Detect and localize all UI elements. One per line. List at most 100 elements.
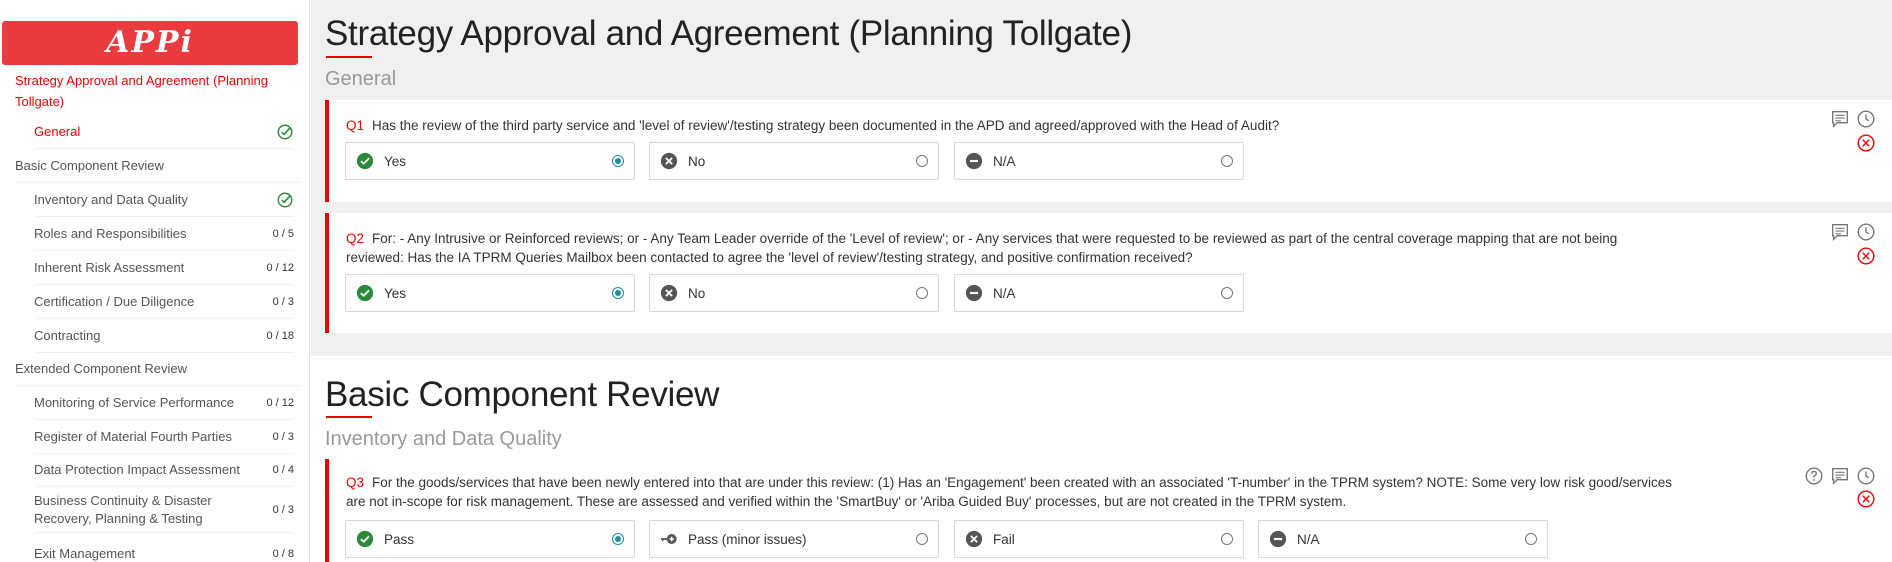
option-na[interactable]: N/A — [954, 274, 1244, 312]
title-underline — [326, 56, 372, 58]
x-circle-icon — [965, 530, 983, 548]
option-yes[interactable]: Yes — [345, 142, 635, 180]
option-label: Yes — [384, 153, 407, 169]
sidebar-item-label: General — [34, 123, 81, 139]
question-body: For: - Any Intrusive or Reinforced revie… — [346, 231, 1618, 265]
check-circle-icon — [356, 152, 374, 170]
comment-icon[interactable] — [1829, 221, 1851, 243]
sidebar-item-extended-component-review[interactable]: Extended Component Review — [15, 352, 300, 386]
history-clock-icon[interactable] — [1855, 221, 1877, 243]
question-card: Q3 For the goods/services that have been … — [325, 459, 1892, 562]
radio-button[interactable] — [612, 533, 624, 545]
sidebar-item-label: Basic Component Review — [15, 157, 164, 173]
progress-count: 0 / 3 — [272, 503, 294, 516]
comment-icon[interactable] — [1829, 108, 1851, 130]
option-label: No — [688, 285, 706, 301]
option-label: Pass (minor issues) — [688, 531, 807, 547]
option-pass-minor-issues[interactable]: Pass (minor issues) — [649, 520, 939, 558]
radio-button[interactable] — [916, 155, 928, 167]
title-underline — [326, 416, 372, 418]
sidebar-item-contracting[interactable]: Contracting 0 / 18 — [34, 319, 294, 353]
radio-button[interactable] — [612, 287, 624, 299]
option-na[interactable]: N/A — [954, 142, 1244, 180]
sidebar-item-label: Inventory and Data Quality — [34, 191, 188, 207]
sidebar-item-monitoring[interactable]: Monitoring of Service Performance 0 / 12 — [34, 386, 294, 420]
progress-count: 0 / 4 — [272, 463, 294, 476]
section-subtitle: General — [325, 68, 397, 90]
clear-answer-icon[interactable] — [1855, 488, 1877, 510]
sidebar-item-inventory-data-quality[interactable]: Inventory and Data Quality — [34, 183, 294, 217]
clear-answer-icon[interactable] — [1855, 245, 1877, 267]
option-label: Pass — [384, 531, 415, 547]
question-actions — [1803, 465, 1877, 487]
sidebar-item-label: Exit Management — [34, 545, 136, 561]
sidebar-item-label: Extended Component Review — [15, 360, 187, 376]
help-icon[interactable] — [1803, 465, 1825, 487]
section-title: Basic Component Review — [325, 375, 720, 414]
progress-count: 0 / 8 — [272, 547, 294, 560]
question-text: Q2 For: - Any Intrusive or Reinforced rev… — [346, 229, 1676, 267]
sidebar-item-basic-component-review[interactable]: Basic Component Review — [15, 149, 300, 183]
sidebar-item-roles[interactable]: Roles and Responsibilities 0 / 5 — [34, 217, 294, 251]
option-no[interactable]: No — [649, 274, 939, 312]
option-no[interactable]: No — [649, 142, 939, 180]
option-pass[interactable]: Pass — [345, 520, 635, 558]
minus-circle-icon — [965, 284, 983, 302]
check-circle-outline-icon — [277, 192, 293, 207]
option-label: N/A — [993, 153, 1016, 169]
question-body: For the goods/services that have been ne… — [346, 475, 1672, 509]
history-clock-icon[interactable] — [1855, 108, 1877, 130]
question-number: Q1 — [346, 118, 365, 133]
radio-button[interactable] — [612, 155, 624, 167]
section-subtitle: Inventory and Data Quality — [325, 428, 562, 450]
question-actions — [1829, 108, 1877, 130]
question-card: Q1 Has the review of the third party serv… — [325, 100, 1892, 202]
sidebar-item-exit-management[interactable]: Exit Management 0 / 8 — [34, 537, 294, 562]
app-logo[interactable]: APPi — [2, 21, 298, 65]
radio-button[interactable] — [1525, 533, 1537, 545]
check-circle-icon — [356, 284, 374, 302]
question-number: Q2 — [346, 231, 365, 246]
sidebar-item-label: Monitoring of Service Performance — [34, 394, 235, 410]
radio-button[interactable] — [1221, 533, 1233, 545]
progress-count: 0 / 3 — [272, 430, 294, 443]
question-text: Q1 Has the review of the third party serv… — [346, 116, 1676, 135]
option-na[interactable]: N/A — [1258, 520, 1548, 558]
question-text: Q3 For the goods/services that have been … — [346, 473, 1676, 511]
option-yes[interactable]: Yes — [345, 274, 635, 312]
question-body: Has the review of the third party servic… — [372, 118, 1280, 133]
history-clock-icon[interactable] — [1855, 465, 1877, 487]
clear-answer-icon[interactable] — [1855, 132, 1877, 154]
x-circle-icon — [660, 284, 678, 302]
radio-button[interactable] — [1221, 155, 1233, 167]
radio-button[interactable] — [916, 287, 928, 299]
question-number: Q3 — [346, 475, 365, 490]
comment-icon[interactable] — [1829, 465, 1851, 487]
sidebar-item-general[interactable]: General — [34, 115, 294, 149]
option-label: Fail — [993, 531, 1015, 547]
sidebar-item-label: Roles and Responsibilities — [34, 225, 187, 241]
radio-button[interactable] — [1221, 287, 1233, 299]
sidebar-item-label: Inherent Risk Assessment — [34, 259, 185, 275]
progress-count: 0 / 12 — [266, 261, 294, 274]
minus-circle-icon — [1269, 530, 1287, 548]
progress-count: 0 / 3 — [272, 295, 294, 308]
key-plus-icon — [660, 534, 677, 544]
sidebar-item-label: Contracting — [34, 327, 101, 343]
question-card: Q2 For: - Any Intrusive or Reinforced rev… — [325, 213, 1892, 333]
sidebar-item-inherent-risk[interactable]: Inherent Risk Assessment 0 / 12 — [34, 251, 294, 285]
main-content: Strategy Approval and Agreement (Plannin… — [311, 0, 1892, 562]
page-title: Strategy Approval and Agreement (Plannin… — [325, 14, 1133, 53]
sidebar-item-business-continuity[interactable]: Business Continuity & Disaster Recovery,… — [34, 487, 294, 533]
sidebar-item-fourth-parties[interactable]: Register of Material Fourth Parties 0 / … — [34, 420, 294, 454]
progress-count: 0 / 12 — [266, 396, 294, 409]
sidebar-item-label: Certification / Due Diligence — [34, 293, 195, 309]
sidebar-item-dpia[interactable]: Data Protection Impact Assessment 0 / 4 — [34, 453, 294, 487]
question-actions — [1829, 221, 1877, 243]
sidebar-item-label: Data Protection Impact Assessment — [34, 461, 240, 477]
radio-button[interactable] — [916, 533, 928, 545]
option-fail[interactable]: Fail — [954, 520, 1244, 558]
option-label: No — [688, 153, 706, 169]
sidebar-title[interactable]: Strategy Approval and Agreement (Plannin… — [15, 70, 300, 112]
sidebar-item-certification[interactable]: Certification / Due Diligence 0 / 3 — [34, 285, 294, 319]
